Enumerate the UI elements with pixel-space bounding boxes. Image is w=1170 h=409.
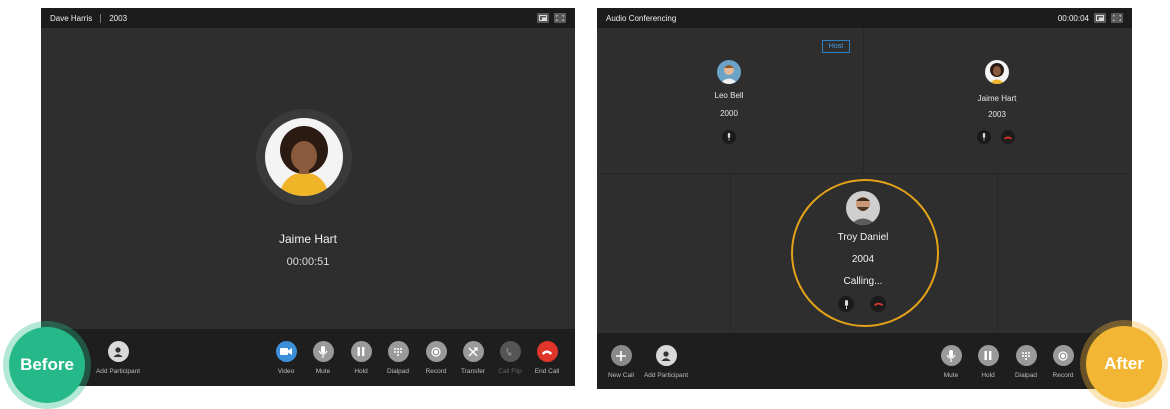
participant-name: Troy Daniel: [837, 232, 889, 243]
participant-avatar-troy: [846, 191, 880, 225]
grid-divider: [597, 173, 1132, 174]
add-participant-button[interactable]: Add Participant: [640, 345, 692, 379]
host-tag: Host: [822, 40, 850, 53]
record-button[interactable]: Record: [1043, 345, 1083, 379]
calling-status: Calling...: [843, 276, 883, 287]
add-participant-icon: [655, 345, 677, 366]
mute-label: Mute: [943, 372, 959, 379]
pause-icon: [350, 341, 372, 362]
callee-name: Jaime Hart: [278, 232, 337, 246]
conference-title: Audio Conferencing: [606, 13, 677, 23]
call-flip-label: Call Flip: [498, 368, 522, 375]
after-badge-label: After: [1086, 326, 1162, 402]
add-participant-label: Add Participant: [643, 372, 689, 379]
caller-name: Dave Harris: [50, 13, 93, 23]
video-label: Video: [277, 368, 295, 375]
record-icon: [425, 341, 447, 362]
hold-label: Hold: [354, 368, 368, 375]
transfer-label: Transfer: [461, 368, 485, 375]
participant-avatar-jaime: [985, 60, 1009, 84]
participant-mute-button[interactable]: [838, 296, 854, 312]
record-label: Record: [1052, 372, 1074, 379]
after-conference-window: Audio Conferencing 00:00:04 Host Leo Bel…: [597, 8, 1132, 389]
before-badge-label: Before: [9, 327, 85, 403]
grid-divider: [997, 173, 998, 333]
minimize-window-icon[interactable]: [1094, 13, 1106, 23]
video-icon: [275, 341, 297, 362]
add-participant-label: Add Participant: [95, 368, 141, 375]
before-call-window: Dave Harris 2003 Jaime Hart 00:00:51 Add…: [41, 8, 575, 386]
microphone-icon: [312, 341, 334, 362]
after-title-bar: Audio Conferencing 00:00:04: [597, 8, 1132, 28]
dialpad-icon: [1015, 345, 1037, 366]
pause-icon: [977, 345, 999, 366]
plus-icon: [610, 345, 632, 366]
microphone-icon: [940, 345, 962, 366]
new-call-label: New Call: [607, 372, 634, 379]
end-call-icon: [536, 341, 558, 362]
dialpad-label: Dialpad: [1014, 372, 1038, 379]
grid-divider: [730, 173, 731, 333]
participant-extension: 2000: [720, 109, 738, 118]
microphone-icon: [982, 133, 986, 141]
participant-hangup-button[interactable]: [1001, 130, 1015, 144]
before-title-bar: Dave Harris 2003: [41, 8, 575, 28]
mute-label: Mute: [315, 368, 331, 375]
participant-name: Leo Bell: [714, 91, 744, 100]
record-label: Record: [425, 368, 447, 375]
end-call-icon: [1004, 136, 1012, 139]
hold-button[interactable]: Hold: [968, 345, 1008, 379]
new-call-button[interactable]: New Call: [601, 345, 641, 379]
caller-extension: 2003: [109, 13, 128, 23]
transfer-button[interactable]: Transfer: [453, 341, 493, 375]
dialpad-label: Dialpad: [386, 368, 410, 375]
fullscreen-icon[interactable]: [554, 13, 566, 23]
dialpad-button[interactable]: Dialpad: [378, 341, 418, 375]
end-call-icon: [873, 302, 883, 306]
participant-extension: 2004: [851, 254, 875, 265]
mute-button[interactable]: Mute: [303, 341, 343, 375]
call-flip-button[interactable]: Call Flip: [490, 341, 530, 375]
call-timer: 00:00:51: [286, 256, 330, 268]
mute-button[interactable]: Mute: [931, 345, 971, 379]
transfer-icon: [462, 341, 484, 362]
add-participant-button[interactable]: Add Participant: [92, 341, 144, 375]
end-call-label: End Call: [534, 368, 560, 375]
hold-button[interactable]: Hold: [341, 341, 381, 375]
record-icon: [1052, 345, 1074, 366]
microphone-icon: [727, 133, 731, 141]
after-control-bar: New Call Add Participant Mute Hold Dialp…: [597, 333, 1132, 389]
participant-name: Jaime Hart: [977, 94, 1017, 103]
participant-avatar-leo: [717, 60, 741, 84]
record-button[interactable]: Record: [416, 341, 456, 375]
participant-hangup-button[interactable]: [870, 296, 886, 312]
grid-divider: [863, 28, 864, 173]
fullscreen-icon[interactable]: [1111, 13, 1123, 23]
minimize-window-icon[interactable]: [537, 13, 549, 23]
participant-extension: 2003: [988, 110, 1006, 119]
callee-avatar: [265, 118, 343, 196]
call-flip-icon: [499, 341, 521, 362]
end-call-button[interactable]: End Call: [527, 341, 567, 375]
conference-timer: 00:00:04: [1057, 13, 1089, 23]
microphone-icon: [844, 299, 848, 309]
title-separator: [100, 13, 102, 23]
dialpad-button[interactable]: Dialpad: [1006, 345, 1046, 379]
add-participant-icon: [107, 341, 129, 362]
video-button[interactable]: Video: [266, 341, 306, 375]
hold-label: Hold: [981, 372, 995, 379]
participant-mute-button[interactable]: [977, 130, 991, 144]
participant-mute-button[interactable]: [722, 130, 736, 144]
before-control-bar: Add Participant Video Mute Hold Dialpad: [41, 329, 575, 386]
dialpad-icon: [387, 341, 409, 362]
